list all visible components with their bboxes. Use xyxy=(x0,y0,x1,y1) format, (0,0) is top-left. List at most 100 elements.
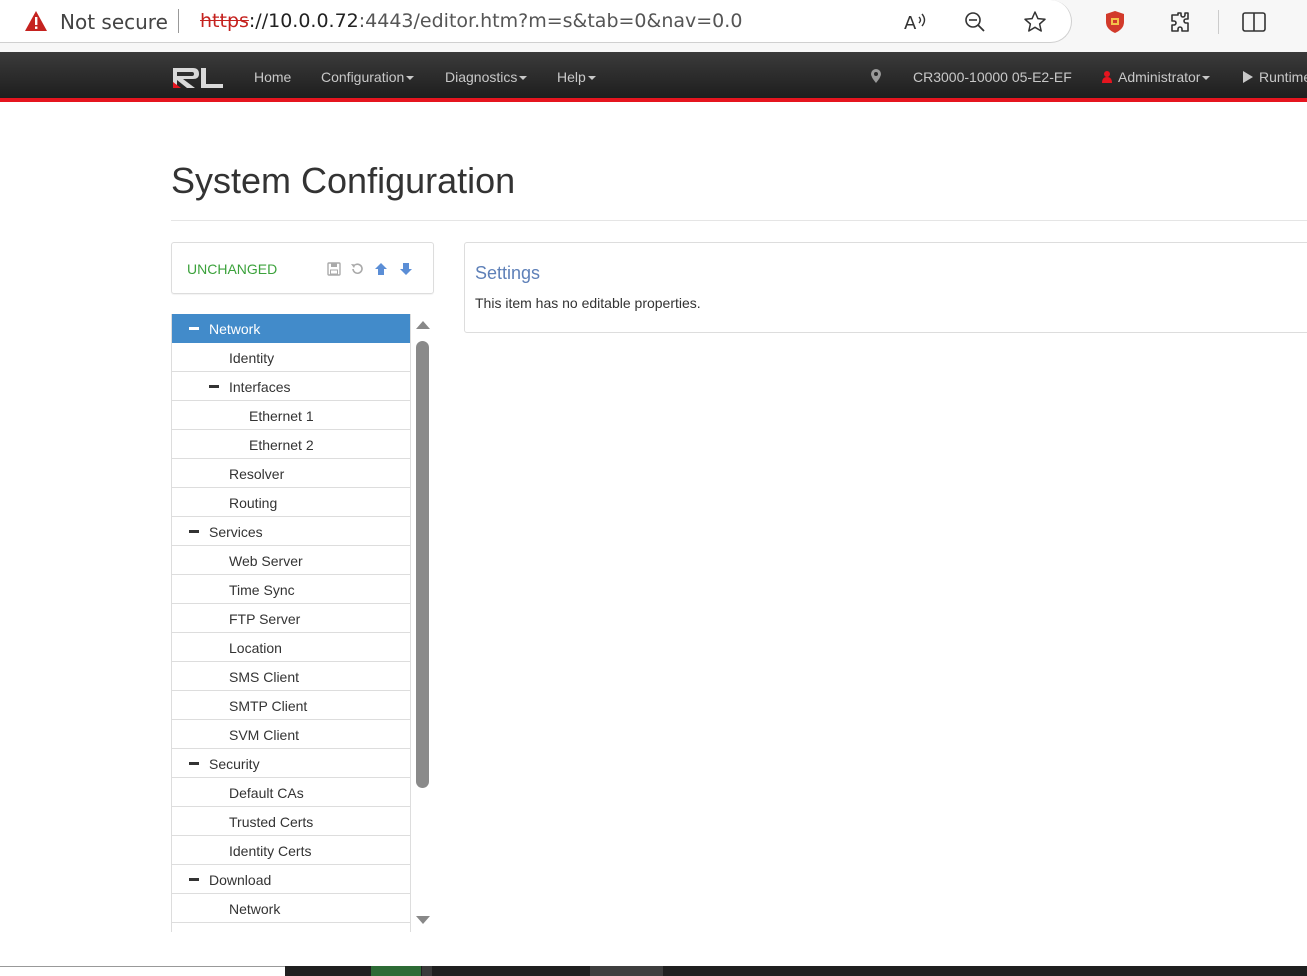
tree-item-label: Default CAs xyxy=(229,785,304,801)
favorite-star-icon[interactable] xyxy=(1021,8,1049,36)
extensions-puzzle-icon[interactable] xyxy=(1167,8,1195,36)
collapse-icon[interactable] xyxy=(189,530,199,533)
tree-item[interactable]: Network xyxy=(172,314,410,343)
tree-item[interactable]: Ethernet 1 xyxy=(172,401,410,430)
tree-item-label: Security xyxy=(209,756,260,772)
tree-item[interactable]: Location xyxy=(172,633,410,662)
url-divider xyxy=(178,9,179,33)
settings-message: This item has no editable properties. xyxy=(475,295,701,311)
url-text[interactable]: https://10.0.0.72:4443/editor.htm?m=s&ta… xyxy=(200,10,742,32)
url-protocol: https xyxy=(200,10,249,32)
settings-panel: Settings This item has no editable prope… xyxy=(464,242,1307,333)
config-toolbar-panel: UNCHANGED xyxy=(171,242,434,294)
read-aloud-icon[interactable]: A xyxy=(901,8,929,36)
tree-item-label: Identity xyxy=(229,350,275,366)
tree-item-label: SVM Client xyxy=(229,727,300,743)
nav-diagnostics-label: Diagnostics xyxy=(445,69,518,85)
tree-item[interactable]: Default CAs xyxy=(172,778,410,807)
tree-item[interactable]: SMS Client xyxy=(172,662,410,691)
url-host: ://10.0.0.72 xyxy=(248,10,359,32)
title-divider xyxy=(171,220,1307,221)
tree-item-label: Identity Certs xyxy=(229,843,312,859)
browser-toolbar: Not secure https://10.0.0.72:4443/editor… xyxy=(0,0,1307,52)
tree-scrollbar[interactable] xyxy=(413,314,433,932)
app-navbar: Home Configuration Diagnostics Help CR30… xyxy=(0,52,1307,102)
tree-item-label: Ethernet 2 xyxy=(249,437,314,453)
nav-help[interactable]: Help xyxy=(557,69,596,85)
tree-item[interactable]: Routing xyxy=(172,488,410,517)
tree-item-label: Services xyxy=(209,524,263,540)
tree-item[interactable]: SVM Client xyxy=(172,720,410,749)
tree-item[interactable]: Ethernet 2 xyxy=(172,430,410,459)
nav-diagnostics[interactable]: Diagnostics xyxy=(445,69,528,85)
tree-item[interactable]: Identity Certs xyxy=(172,836,410,865)
tree-item[interactable]: Download xyxy=(172,865,410,894)
tree-item[interactable]: Trusted Certs xyxy=(172,807,410,836)
tree-item-label: Ethernet 1 xyxy=(249,408,314,424)
nav-help-label: Help xyxy=(557,69,586,85)
nav-configuration[interactable]: Configuration xyxy=(321,69,415,85)
chevron-down-icon xyxy=(1202,76,1211,81)
tree-item[interactable]: Services xyxy=(172,517,410,546)
page-title: System Configuration xyxy=(171,160,516,201)
taskbar-edge xyxy=(0,966,285,967)
scroll-thumb[interactable] xyxy=(416,341,429,788)
address-bar[interactable]: Not secure https://10.0.0.72:4443/editor… xyxy=(0,0,1072,43)
tree-item[interactable]: Time Sync xyxy=(172,575,410,604)
tree-item[interactable]: SMTP Client xyxy=(172,691,410,720)
config-status: UNCHANGED xyxy=(187,261,278,277)
runtime-label: Runtime xyxy=(1259,69,1307,85)
security-label[interactable]: Not secure xyxy=(60,10,168,34)
tree-item[interactable]: FTP Server xyxy=(172,604,410,633)
extension-shield-icon[interactable] xyxy=(1101,8,1129,36)
taskbar-active-app[interactable] xyxy=(371,966,421,976)
tree-item-label: Routing xyxy=(229,495,278,511)
toolbar-divider xyxy=(1218,10,1219,34)
tree-item[interactable]: Interfaces xyxy=(172,372,410,401)
zoom-out-icon[interactable] xyxy=(961,8,989,36)
location-pin-icon xyxy=(871,69,881,83)
chevron-down-icon xyxy=(587,76,596,81)
undo-icon[interactable] xyxy=(349,261,365,277)
save-icon[interactable] xyxy=(326,261,342,277)
tree-item[interactable]: Web Server xyxy=(172,546,410,575)
tree-item-label: FTP Server xyxy=(229,611,301,627)
tree-item-label: Download xyxy=(209,872,272,888)
tree-item[interactable]: Network xyxy=(172,894,410,923)
collapse-icon[interactable] xyxy=(189,878,199,881)
taskbar-dark xyxy=(285,966,1307,976)
tree-item-label: Network xyxy=(209,321,261,337)
scroll-down-arrow-icon[interactable] xyxy=(416,916,430,924)
settings-title: Settings xyxy=(475,263,541,283)
tree-item-label: Time Sync xyxy=(229,582,295,598)
tree-item[interactable]: Resolver xyxy=(172,459,410,488)
nav-home[interactable]: Home xyxy=(254,69,291,85)
collapse-icon[interactable] xyxy=(189,762,199,765)
nav-configuration-label: Configuration xyxy=(321,69,405,85)
tree-item-label: Location xyxy=(229,640,282,656)
svg-text:A: A xyxy=(904,13,917,33)
arrow-down-icon[interactable] xyxy=(398,261,414,277)
tree-item[interactable]: Identity xyxy=(172,343,410,372)
warning-icon[interactable] xyxy=(24,10,48,32)
taskbar-app[interactable] xyxy=(590,966,663,976)
scroll-up-arrow-icon[interactable] xyxy=(416,321,430,329)
taskbar-app[interactable] xyxy=(422,966,432,976)
arrow-up-icon[interactable] xyxy=(373,261,389,277)
brand-logo[interactable] xyxy=(171,66,225,90)
tree-item-label: SMS Client xyxy=(229,669,300,685)
url-path: :4443/editor.htm?m=s&tab=0&nav=0.0 xyxy=(358,10,743,32)
play-icon xyxy=(1243,71,1253,83)
collapse-icon[interactable] xyxy=(189,327,199,330)
tree-item[interactable]: Security xyxy=(172,749,410,778)
nav-user-menu[interactable]: Administrator xyxy=(1102,69,1211,85)
device-name[interactable]: CR3000-10000 05-E2-EF xyxy=(913,69,1072,85)
user-name: Administrator xyxy=(1118,69,1201,85)
collapse-icon[interactable] xyxy=(209,385,219,388)
split-screen-icon[interactable] xyxy=(1240,8,1268,36)
nav-runtime[interactable]: Runtime xyxy=(1243,69,1307,85)
tree-item-label: Trusted Certs xyxy=(229,814,314,830)
tree-item-label: Network xyxy=(229,901,281,917)
chevron-down-icon xyxy=(519,76,528,81)
chevron-down-icon xyxy=(406,76,415,81)
